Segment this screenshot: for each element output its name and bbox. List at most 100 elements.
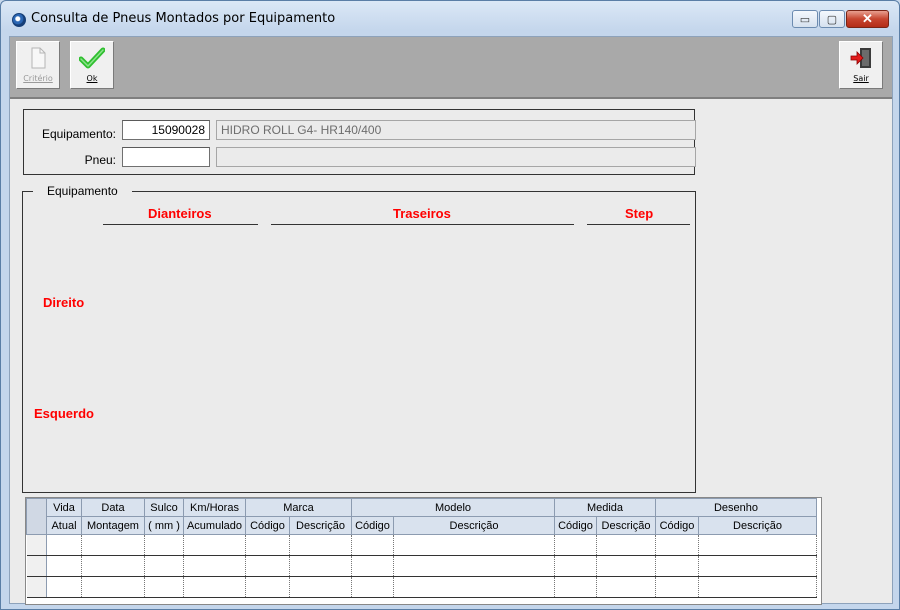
col-desenho[interactable]: Desenho xyxy=(655,498,817,517)
step-label: Step xyxy=(625,206,654,221)
direito-label: Direito xyxy=(43,295,85,310)
col-medida[interactable]: Medida xyxy=(554,498,656,517)
table-cell[interactable] xyxy=(351,534,394,556)
col-modelo-codigo[interactable]: Código xyxy=(351,516,394,535)
table-cell[interactable] xyxy=(554,534,597,556)
sair-label: Sair xyxy=(853,74,869,83)
checkmark-icon xyxy=(79,47,105,69)
maximize-icon: ▢ xyxy=(826,13,838,26)
equipamento-label: Equipamento: xyxy=(41,127,116,141)
table-cell[interactable] xyxy=(655,555,699,577)
table-cell[interactable] xyxy=(698,534,817,556)
toolbar: Critério Ok Sair xyxy=(10,37,892,99)
minimize-button[interactable]: ▭ xyxy=(792,10,818,28)
table-cell[interactable] xyxy=(655,576,699,598)
table-row[interactable] xyxy=(26,576,817,598)
document-icon xyxy=(31,47,46,69)
table-cell[interactable] xyxy=(596,534,656,556)
table-cell[interactable] xyxy=(144,555,184,577)
row-indicator[interactable] xyxy=(26,534,47,556)
equipamento-group: Equipamento Dianteiros Traseiros Step Di… xyxy=(22,184,696,493)
table-cell[interactable] xyxy=(393,576,555,598)
table-cell[interactable] xyxy=(46,576,82,598)
table-cell[interactable] xyxy=(183,555,246,577)
col-acumulado[interactable]: Acumulado xyxy=(183,516,246,535)
traseiros-rule xyxy=(271,224,574,225)
col-atual[interactable]: Atual xyxy=(46,516,82,535)
table-cell[interactable] xyxy=(554,576,597,598)
table-cell[interactable] xyxy=(393,555,555,577)
col-mm[interactable]: ( mm ) xyxy=(144,516,184,535)
form-area: Equipamento: 15090028 HIDRO ROLL G4- HR1… xyxy=(10,99,892,605)
col-modelo-descricao[interactable]: Descrição xyxy=(393,516,555,535)
col-desenho-codigo[interactable]: Código xyxy=(655,516,699,535)
pneu-description xyxy=(216,147,696,167)
table-cell[interactable] xyxy=(289,576,352,598)
table-row[interactable] xyxy=(26,534,817,556)
equipamento-description: HIDRO ROLL G4- HR140/400 xyxy=(216,120,696,140)
col-montagem[interactable]: Montagem xyxy=(81,516,145,535)
main-window: Consulta de Pneus Montados por Equipamen… xyxy=(0,0,900,610)
grid-header-row-bottom: Atual Montagem ( mm ) Acumulado Código D… xyxy=(27,516,817,535)
col-medida-descricao[interactable]: Descrição xyxy=(596,516,656,535)
row-indicator-header xyxy=(26,498,47,535)
col-marca-codigo[interactable]: Código xyxy=(245,516,290,535)
table-cell[interactable] xyxy=(81,576,145,598)
table-cell[interactable] xyxy=(81,555,145,577)
table-cell[interactable] xyxy=(144,534,184,556)
table-cell[interactable] xyxy=(46,555,82,577)
col-data[interactable]: Data xyxy=(81,498,145,517)
dianteiros-rule xyxy=(103,224,258,225)
row-indicator[interactable] xyxy=(26,555,47,577)
close-button[interactable]: ✕ xyxy=(846,10,889,28)
table-cell[interactable] xyxy=(351,576,394,598)
col-sulco[interactable]: Sulco xyxy=(144,498,184,517)
criterio-button[interactable]: Critério xyxy=(16,41,60,89)
row-indicator[interactable] xyxy=(26,576,47,598)
pneu-input[interactable] xyxy=(122,147,210,167)
maximize-button[interactable]: ▢ xyxy=(819,10,845,28)
table-cell[interactable] xyxy=(81,534,145,556)
table-cell[interactable] xyxy=(183,576,246,598)
title-bar[interactable]: Consulta de Pneus Montados por Equipamen… xyxy=(1,1,899,35)
col-modelo[interactable]: Modelo xyxy=(351,498,555,517)
col-marca-descricao[interactable]: Descrição xyxy=(289,516,352,535)
exit-door-icon xyxy=(850,48,871,68)
table-cell[interactable] xyxy=(289,534,352,556)
pneu-label: Pneu: xyxy=(84,153,116,167)
col-desenho-descricao[interactable]: Descrição xyxy=(698,516,817,535)
grid-header-row-top: Vida Data Sulco Km/Horas Marca Modelo Me… xyxy=(26,498,817,535)
table-cell[interactable] xyxy=(245,534,290,556)
col-medida-codigo[interactable]: Código xyxy=(554,516,597,535)
table-cell[interactable] xyxy=(183,534,246,556)
table-cell[interactable] xyxy=(144,576,184,598)
col-km-horas[interactable]: Km/Horas xyxy=(183,498,246,517)
table-cell[interactable] xyxy=(554,555,597,577)
ok-label: Ok xyxy=(86,74,98,83)
sair-button[interactable]: Sair xyxy=(839,41,883,89)
table-cell[interactable] xyxy=(596,555,656,577)
table-cell[interactable] xyxy=(655,534,699,556)
pneus-table: Vida Data Sulco Km/Horas Marca Modelo Me… xyxy=(26,498,817,598)
table-cell[interactable] xyxy=(46,534,82,556)
ok-button[interactable]: Ok xyxy=(70,41,114,89)
table-cell[interactable] xyxy=(596,576,656,598)
col-marca[interactable]: Marca xyxy=(245,498,352,517)
filter-box: Equipamento: 15090028 HIDRO ROLL G4- HR1… xyxy=(23,109,696,175)
client-area: Critério Ok Sair Equipamento: 15090028 H… xyxy=(9,36,893,605)
pneus-grid[interactable]: Vida Data Sulco Km/Horas Marca Modelo Me… xyxy=(25,497,822,605)
group-legend: Equipamento xyxy=(33,184,132,198)
table-cell[interactable] xyxy=(245,555,290,577)
table-cell[interactable] xyxy=(245,576,290,598)
table-cell[interactable] xyxy=(698,576,817,598)
grid-body xyxy=(26,534,817,598)
table-cell[interactable] xyxy=(351,555,394,577)
table-cell[interactable] xyxy=(698,555,817,577)
table-cell[interactable] xyxy=(393,534,555,556)
dianteiros-label: Dianteiros xyxy=(148,206,212,221)
table-row[interactable] xyxy=(26,555,817,577)
table-cell[interactable] xyxy=(289,555,352,577)
esquerdo-label: Esquerdo xyxy=(34,406,94,421)
col-vida[interactable]: Vida xyxy=(46,498,82,517)
equipamento-input[interactable]: 15090028 xyxy=(122,120,210,140)
